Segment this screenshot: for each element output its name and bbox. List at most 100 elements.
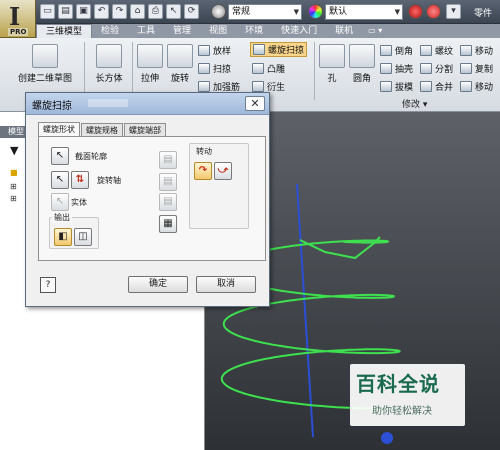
copy-icon: [460, 63, 472, 74]
side-button-2[interactable]: ▤: [159, 173, 177, 191]
chamfer-button[interactable]: 倒角: [380, 44, 413, 57]
modify-panel-label[interactable]: 修改 ▾: [402, 97, 427, 110]
profile-circle[interactable]: [381, 432, 393, 444]
create-2d-sketch-button[interactable]: 创建二维草图: [14, 44, 76, 84]
flip-axis-icon[interactable]: ⇅: [71, 171, 89, 189]
select-icon[interactable]: ↖: [166, 4, 181, 19]
copy-button[interactable]: 复制: [460, 62, 493, 75]
output-label: 输出: [52, 212, 72, 223]
extrude-button[interactable]: 拉伸: [136, 44, 164, 84]
draft-button[interactable]: 拔模: [380, 80, 413, 93]
application-menu-button[interactable]: I PRO: [0, 0, 36, 38]
hole-icon: [319, 44, 345, 68]
sweep-icon: [198, 63, 210, 74]
material-icon[interactable]: [211, 4, 226, 19]
box-button[interactable]: 长方体: [90, 44, 128, 84]
dialog-titlebar[interactable]: 螺旋扫掠 ✕: [26, 93, 269, 115]
customize-icon[interactable]: ▾: [446, 4, 461, 19]
output-group: 输出 ◧ ◫: [49, 212, 99, 249]
tree-expand-icon[interactable]: ⊞: [10, 182, 17, 191]
tab-environments[interactable]: 环境: [236, 24, 272, 38]
solid-label: 实体: [71, 198, 87, 207]
tree-node[interactable]: ■: [10, 168, 18, 177]
fillet-icon: [349, 44, 375, 68]
profile-select-button[interactable]: ↖: [51, 147, 69, 165]
clear-icon[interactable]: [426, 4, 441, 19]
tab-inspect[interactable]: 检验: [92, 24, 128, 38]
coil-button[interactable]: 螺旋扫掠: [250, 42, 308, 57]
cancel-button[interactable]: 取消: [196, 276, 256, 293]
solid-select-button[interactable]: ↖: [51, 193, 69, 211]
derive-icon: [252, 81, 264, 92]
home-icon[interactable]: ⌂: [130, 4, 145, 19]
split-button[interactable]: 分割: [420, 62, 453, 75]
save-icon[interactable]: ▣: [76, 4, 91, 19]
filter-icon[interactable]: ▼: [10, 144, 18, 157]
tab-manage[interactable]: 管理: [164, 24, 200, 38]
move-label: 移动: [475, 47, 494, 57]
help-button[interactable]: ?: [40, 277, 56, 293]
sweep-button[interactable]: 扫掠: [198, 62, 231, 75]
thread-button[interactable]: 螺纹: [420, 44, 453, 57]
side-button-1[interactable]: ▤: [159, 151, 177, 169]
shell-icon: [380, 63, 392, 74]
tab-coil-size[interactable]: 螺旋规格: [81, 123, 123, 137]
app-logo: I: [9, 2, 21, 31]
print-icon[interactable]: ⎙: [148, 4, 163, 19]
chamfer-icon: [380, 45, 392, 56]
edition-badge: PRO: [8, 28, 29, 36]
extrude-label: 拉伸: [140, 74, 159, 84]
tree-expand-icon[interactable]: ⊞: [10, 194, 17, 203]
hole-label: 孔: [327, 74, 337, 84]
rotate-clockwise-icon[interactable]: ↷: [194, 162, 212, 180]
combine-label: 合并: [435, 83, 454, 93]
style-combo[interactable]: 常规 ▼: [228, 4, 302, 20]
emboss-button[interactable]: 凸雕: [252, 62, 285, 75]
combine-button[interactable]: 合并: [420, 80, 453, 93]
qat-buttons: ▭ ▤ ▣ ↶ ↷ ⌂ ⎙ ↖ ⟳: [40, 4, 199, 19]
move-face-label: 移动: [475, 83, 494, 93]
tab-get-started[interactable]: 快速入门: [272, 24, 326, 38]
watermark-subtitle: 助你轻松解决: [372, 406, 432, 417]
fillet-button[interactable]: 圆角: [348, 44, 376, 84]
tab-coil-shape[interactable]: 螺旋形状: [38, 122, 80, 136]
axis-select-button[interactable]: ↖: [51, 171, 69, 189]
close-icon[interactable]: ✕: [245, 96, 265, 111]
tab-3d-model[interactable]: 三维模型: [36, 24, 93, 38]
shell-button[interactable]: 抽壳: [380, 62, 413, 75]
undo-icon[interactable]: ↶: [94, 4, 109, 19]
tab-tools[interactable]: 工具: [128, 24, 164, 38]
color-combo-value: 默认: [329, 7, 348, 17]
chevron-down-icon: ▼: [293, 8, 299, 16]
open-file-icon[interactable]: ▤: [58, 4, 73, 19]
dialog-tabs: 螺旋形状 螺旋规格 螺旋端部: [38, 122, 167, 137]
new-file-icon[interactable]: ▭: [40, 4, 55, 19]
rotation-label: 转动: [196, 147, 212, 156]
side-button-4[interactable]: ▦: [159, 215, 177, 233]
shell-label: 抽壳: [395, 65, 414, 75]
rib-icon: [198, 81, 210, 92]
redo-icon[interactable]: ↷: [112, 4, 127, 19]
loft-button[interactable]: 放样: [198, 44, 231, 57]
color-combo[interactable]: 默认 ▼: [325, 4, 403, 20]
move-face-button[interactable]: 移动: [460, 80, 493, 93]
tab-online[interactable]: 联机: [326, 24, 362, 38]
output-surface-button[interactable]: ◫: [74, 228, 92, 246]
rotation-axis-line: [296, 183, 314, 438]
rotate-counterclockwise-icon[interactable]: ⤻: [214, 162, 232, 180]
appearance-icon[interactable]: [408, 4, 423, 19]
revolve-button[interactable]: 旋转: [166, 44, 194, 84]
hole-button[interactable]: 孔: [318, 44, 346, 84]
ribbon-display-icon[interactable]: ▭ ▾: [362, 24, 382, 38]
loft-label: 放样: [213, 47, 232, 57]
tab-view[interactable]: 视图: [200, 24, 236, 38]
coil-icon: [253, 44, 265, 55]
output-solid-button[interactable]: ◧: [54, 228, 72, 246]
color-wheel-icon[interactable]: [308, 4, 323, 19]
move-button[interactable]: 移动: [460, 44, 493, 57]
chevron-down-icon: ▼: [394, 8, 400, 16]
side-button-3[interactable]: ▤: [159, 193, 177, 211]
tab-coil-ends[interactable]: 螺旋端部: [124, 123, 166, 137]
ok-button[interactable]: 确定: [128, 276, 188, 293]
update-icon[interactable]: ⟳: [184, 4, 199, 19]
